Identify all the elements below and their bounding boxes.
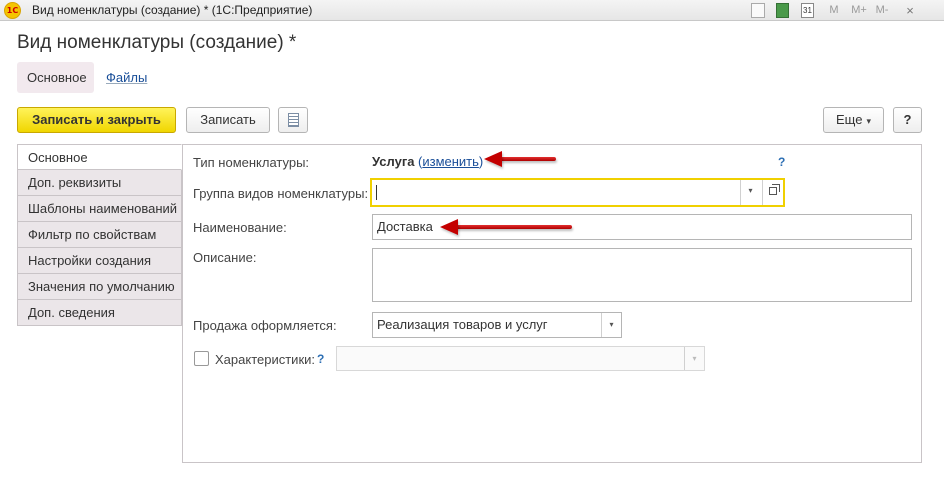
sale-value: Реализация товаров и услуг — [377, 317, 548, 332]
tab-main[interactable]: Основное — [17, 62, 94, 93]
memory-icon[interactable]: M — [828, 3, 840, 18]
text-cursor — [376, 185, 377, 200]
type-value: Услуга — [372, 154, 415, 169]
page-item-extra-attributes[interactable]: Доп. реквизиты — [17, 170, 182, 196]
save-and-close-button[interactable]: Записать и закрыть — [17, 107, 176, 133]
help-button[interactable]: ? — [893, 107, 922, 133]
chevron-down-icon[interactable]: ▾ — [740, 180, 760, 205]
characteristics-checkbox[interactable] — [194, 351, 209, 366]
window-titlebar: 1С Вид номенклатуры (создание) * (1С:Пре… — [0, 0, 944, 21]
page-item-default-values[interactable]: Значения по умолчанию — [17, 274, 182, 300]
arrow-shaft — [498, 157, 556, 161]
more-label: Еще — [836, 112, 863, 127]
characteristics-label: Характеристики: — [215, 352, 316, 367]
name-value: Доставка — [377, 219, 433, 234]
page-item-extra-info[interactable]: Доп. сведения — [17, 300, 182, 326]
page-item-main[interactable]: Основное — [17, 144, 182, 170]
link-paren-close: ) — [478, 154, 484, 169]
memory-plus-icon[interactable]: M+ — [850, 3, 868, 18]
page-item-name-templates[interactable]: Шаблоны наименований — [17, 196, 182, 222]
group-label: Группа видов номенклатуры: — [193, 186, 369, 201]
chevron-down-icon: ▾ — [866, 116, 871, 126]
page-title: Вид номенклатуры (создание) * — [17, 32, 297, 53]
type-help-icon[interactable]: ? — [778, 155, 785, 169]
description-input[interactable] — [372, 248, 912, 302]
chevron-down-icon: ▾ — [684, 347, 704, 370]
group-input[interactable]: ▾ — [370, 178, 785, 207]
open-glyph — [769, 184, 780, 195]
memory-minus-icon[interactable]: M- — [873, 3, 891, 18]
page-item-creation-settings[interactable]: Настройки создания — [17, 248, 182, 274]
change-type-link-wrap: (изменить) — [418, 154, 483, 169]
arrow-head — [440, 219, 458, 235]
characteristics-help-icon[interactable]: ? — [317, 352, 324, 366]
arrow-head — [484, 151, 502, 167]
name-label: Наименование: — [193, 220, 287, 235]
sale-label: Продажа оформляется: — [193, 318, 337, 333]
page-item-property-filter[interactable]: Фильтр по свойствам — [17, 222, 182, 248]
page-list: Основное Доп. реквизиты Шаблоны наименов… — [17, 144, 182, 326]
arrow-shaft — [454, 225, 572, 229]
description-label: Описание: — [193, 250, 257, 265]
type-label: Тип номенклатуры: — [193, 155, 310, 170]
window-title: Вид номенклатуры (создание) * (1С:Предпр… — [32, 3, 313, 17]
close-icon[interactable]: × — [900, 3, 920, 18]
sale-select[interactable]: Реализация товаров и услуг ▾ — [372, 312, 622, 338]
more-button[interactable]: Еще ▾ — [823, 107, 884, 133]
tab-files[interactable]: Файлы — [106, 62, 147, 93]
characteristics-select: ▾ — [336, 346, 705, 371]
chevron-down-icon[interactable]: ▾ — [601, 313, 621, 337]
app-logo-icon: 1С — [4, 2, 21, 19]
calculator-icon[interactable] — [776, 3, 789, 18]
open-icon[interactable] — [762, 180, 783, 205]
document-icon[interactable] — [751, 3, 765, 18]
save-button[interactable]: Записать — [186, 107, 270, 133]
list-icon — [287, 113, 299, 127]
change-type-link[interactable]: изменить — [422, 154, 479, 169]
list-button[interactable] — [278, 107, 308, 133]
calendar-icon[interactable]: 31 — [801, 3, 814, 18]
